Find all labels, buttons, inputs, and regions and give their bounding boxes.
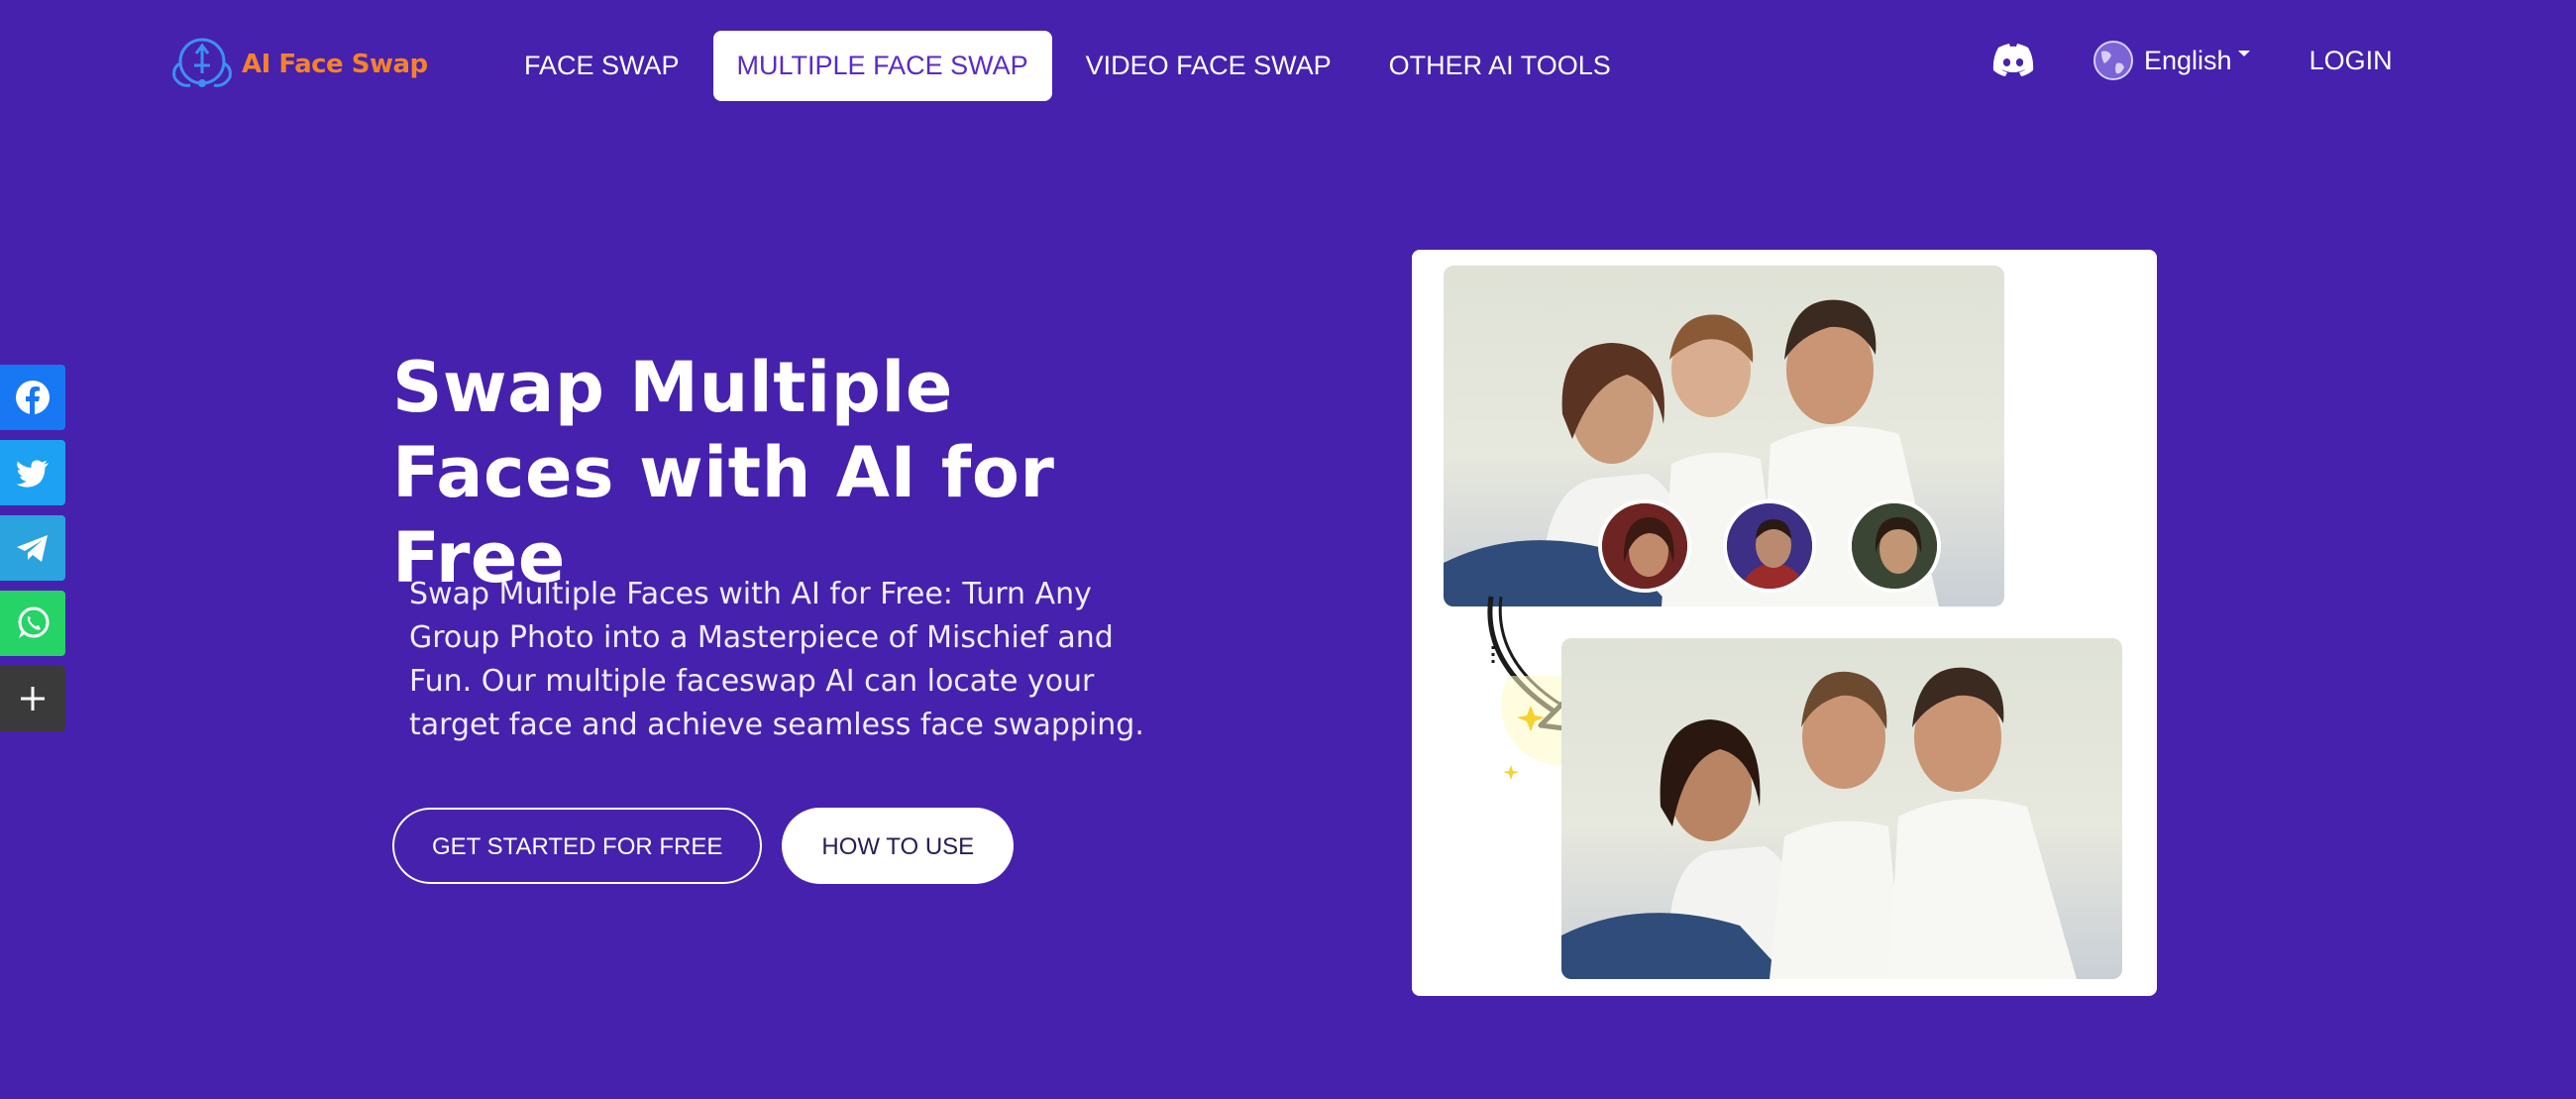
face-option-avatar-1[interactable]	[1598, 499, 1691, 593]
whatsapp-share-button[interactable]	[0, 591, 65, 656]
login-link[interactable]: LOGIN	[2309, 46, 2393, 76]
telegram-icon	[17, 535, 48, 562]
discord-icon[interactable]	[1991, 44, 2035, 77]
main-nav: FACE SWAP MULTIPLE FACE SWAP VIDEO FACE …	[500, 31, 1645, 101]
logo[interactable]: AI Face Swap	[166, 34, 428, 95]
family-illustration	[1561, 667, 2077, 979]
plus-icon	[21, 687, 45, 711]
get-started-button[interactable]: GET STARTED FOR FREE	[392, 808, 763, 884]
social-share-bar	[0, 365, 65, 741]
face-option-avatar-2[interactable]	[1723, 499, 1816, 593]
header-actions: English LOGIN	[1991, 40, 2393, 81]
whatsapp-icon	[18, 606, 50, 638]
twitter-icon	[16, 460, 49, 488]
page: AI Face Swap FACE SWAP MULTIPLE FACE SWA…	[0, 0, 2576, 1099]
more-share-button[interactable]	[0, 666, 65, 731]
brain-logo-icon	[172, 38, 232, 87]
demo-image-card	[1412, 250, 2157, 996]
globe-icon	[2093, 41, 2133, 80]
logo-text: AI Face Swap	[242, 50, 428, 79]
nav-video-face-swap[interactable]: VIDEO FACE SWAP	[1062, 31, 1355, 101]
facebook-icon	[16, 381, 50, 414]
chevron-down-icon	[2237, 51, 2250, 56]
language-label: English	[2144, 45, 2232, 75]
hero-actions: GET STARTED FOR FREE HOW TO USE	[392, 808, 1015, 884]
language-selector[interactable]: English	[2093, 40, 2250, 81]
hero-title: Swap Multiple Faces with AI for Free	[392, 347, 1055, 599]
face-option-avatar-3[interactable]	[1848, 499, 1941, 593]
twitter-share-button[interactable]	[0, 440, 65, 505]
hero-description: Swap Multiple Faces with AI for Free: Tu…	[409, 577, 1144, 742]
swapped-group-photo	[1561, 638, 2122, 979]
original-group-photo	[1444, 266, 2004, 606]
how-to-use-button[interactable]: HOW TO USE	[782, 808, 1015, 884]
nav-face-swap[interactable]: FACE SWAP	[500, 31, 703, 101]
nav-multiple-face-swap[interactable]: MULTIPLE FACE SWAP	[712, 31, 1052, 101]
nav-other-ai-tools[interactable]: OTHER AI TOOLS	[1365, 31, 1635, 101]
telegram-share-button[interactable]	[0, 515, 65, 581]
facebook-share-button[interactable]	[0, 365, 65, 430]
